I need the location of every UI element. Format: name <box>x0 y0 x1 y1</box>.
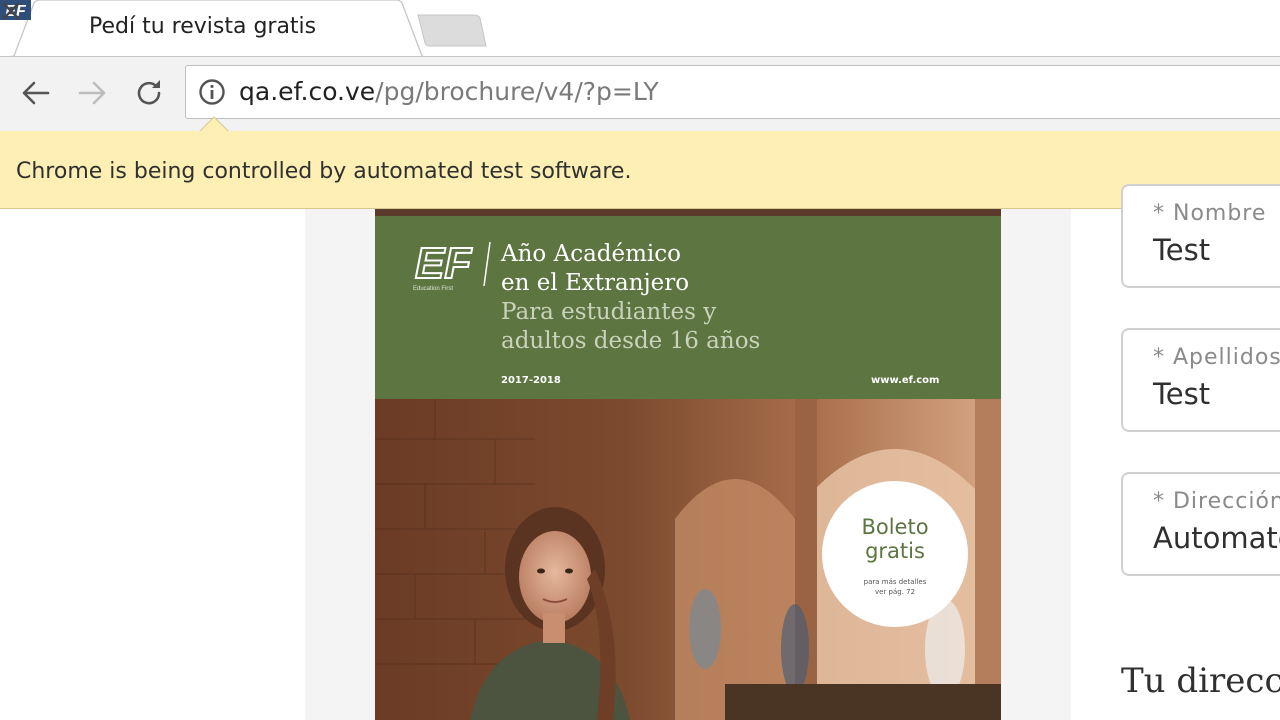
cover-website: www.ef.com <box>871 375 940 386</box>
tab-title: Pedí tu revista gratis <box>89 14 317 39</box>
automation-infobar: Chrome is being controlled by automated … <box>0 116 1280 209</box>
address-bar[interactable]: qa.ef.co.ve/pg/brochure/v4/?p=LY <box>185 65 1280 119</box>
badge-note-line1: para más detalles <box>863 578 927 586</box>
cover-top-strip <box>375 209 1001 216</box>
browser-toolbar: qa.ef.co.ve/pg/brochure/v4/?p=LY <box>0 57 1280 131</box>
cover-title-line1: Año Académico <box>501 241 682 267</box>
last-name-value[interactable]: Test <box>1153 377 1210 411</box>
cover-subtitle: Para estudiantes y adultos desde 16 años <box>501 298 760 356</box>
url-text[interactable]: qa.ef.co.ve/pg/brochure/v4/?p=LY <box>239 77 659 106</box>
cover-title-line2: en el Extranjero <box>501 270 690 296</box>
brochure-cover: EF Education First Año Académico en el E… <box>375 209 1001 720</box>
badge-title-line2: gratis <box>865 539 925 563</box>
browser-tab[interactable]: EF Pedí tu revista gratis <box>0 0 430 57</box>
info-icon[interactable] <box>198 78 226 106</box>
free-ticket-badge: Boleto gratis para más detalles ver pág.… <box>822 481 968 627</box>
badge-title-line1: Boleto <box>861 515 929 539</box>
cover-subtitle-line1: Para estudiantes y <box>501 299 717 325</box>
cover-header: EF Education First Año Académico en el E… <box>375 216 1001 399</box>
cover-subtitle-line2: adultos desde 16 años <box>501 328 761 354</box>
last-name-label: * Apellidos <box>1153 345 1280 370</box>
cover-year: 2017-2018 <box>501 375 561 386</box>
address-value[interactable]: Automate <box>1153 521 1280 555</box>
cover-title: Año Académico en el Extranjero <box>501 240 689 298</box>
first-name-label: * Nombre <box>1153 201 1267 226</box>
reload-button[interactable] <box>132 76 166 110</box>
badge-note: para más detalles ver pág. 72 <box>822 577 968 597</box>
infobar-pointer <box>199 116 229 132</box>
badge-note-line2: ver pág. 72 <box>874 588 916 596</box>
first-name-value[interactable]: Test <box>1153 233 1210 267</box>
close-icon[interactable] <box>0 0 22 22</box>
first-name-field[interactable]: * Nombre Test <box>1121 184 1280 288</box>
new-tab-button[interactable] <box>416 14 488 48</box>
badge-title: Boleto gratis <box>822 515 968 563</box>
back-button[interactable] <box>19 76 53 110</box>
url-host: qa.ef.co.ve <box>239 77 376 106</box>
address-field[interactable]: * Dirección Automate <box>1121 472 1280 576</box>
address-section-heading: Tu direcció <box>1121 661 1280 701</box>
last-name-field[interactable]: * Apellidos Test <box>1121 328 1280 432</box>
forward-button[interactable] <box>75 76 109 110</box>
infobar-message: Chrome is being controlled by automated … <box>16 159 632 184</box>
url-path: /pg/brochure/v4/?p=LY <box>375 77 659 106</box>
address-label: * Dirección <box>1153 489 1280 514</box>
ef-logo-caption: Education First <box>413 286 453 292</box>
ef-logo-letters: EF <box>415 239 472 288</box>
tab-strip: EF Pedí tu revista gratis <box>0 0 1280 57</box>
page-content: EF Education First Año Académico en el E… <box>0 209 1280 720</box>
ef-logo: EF Education First <box>413 238 491 292</box>
